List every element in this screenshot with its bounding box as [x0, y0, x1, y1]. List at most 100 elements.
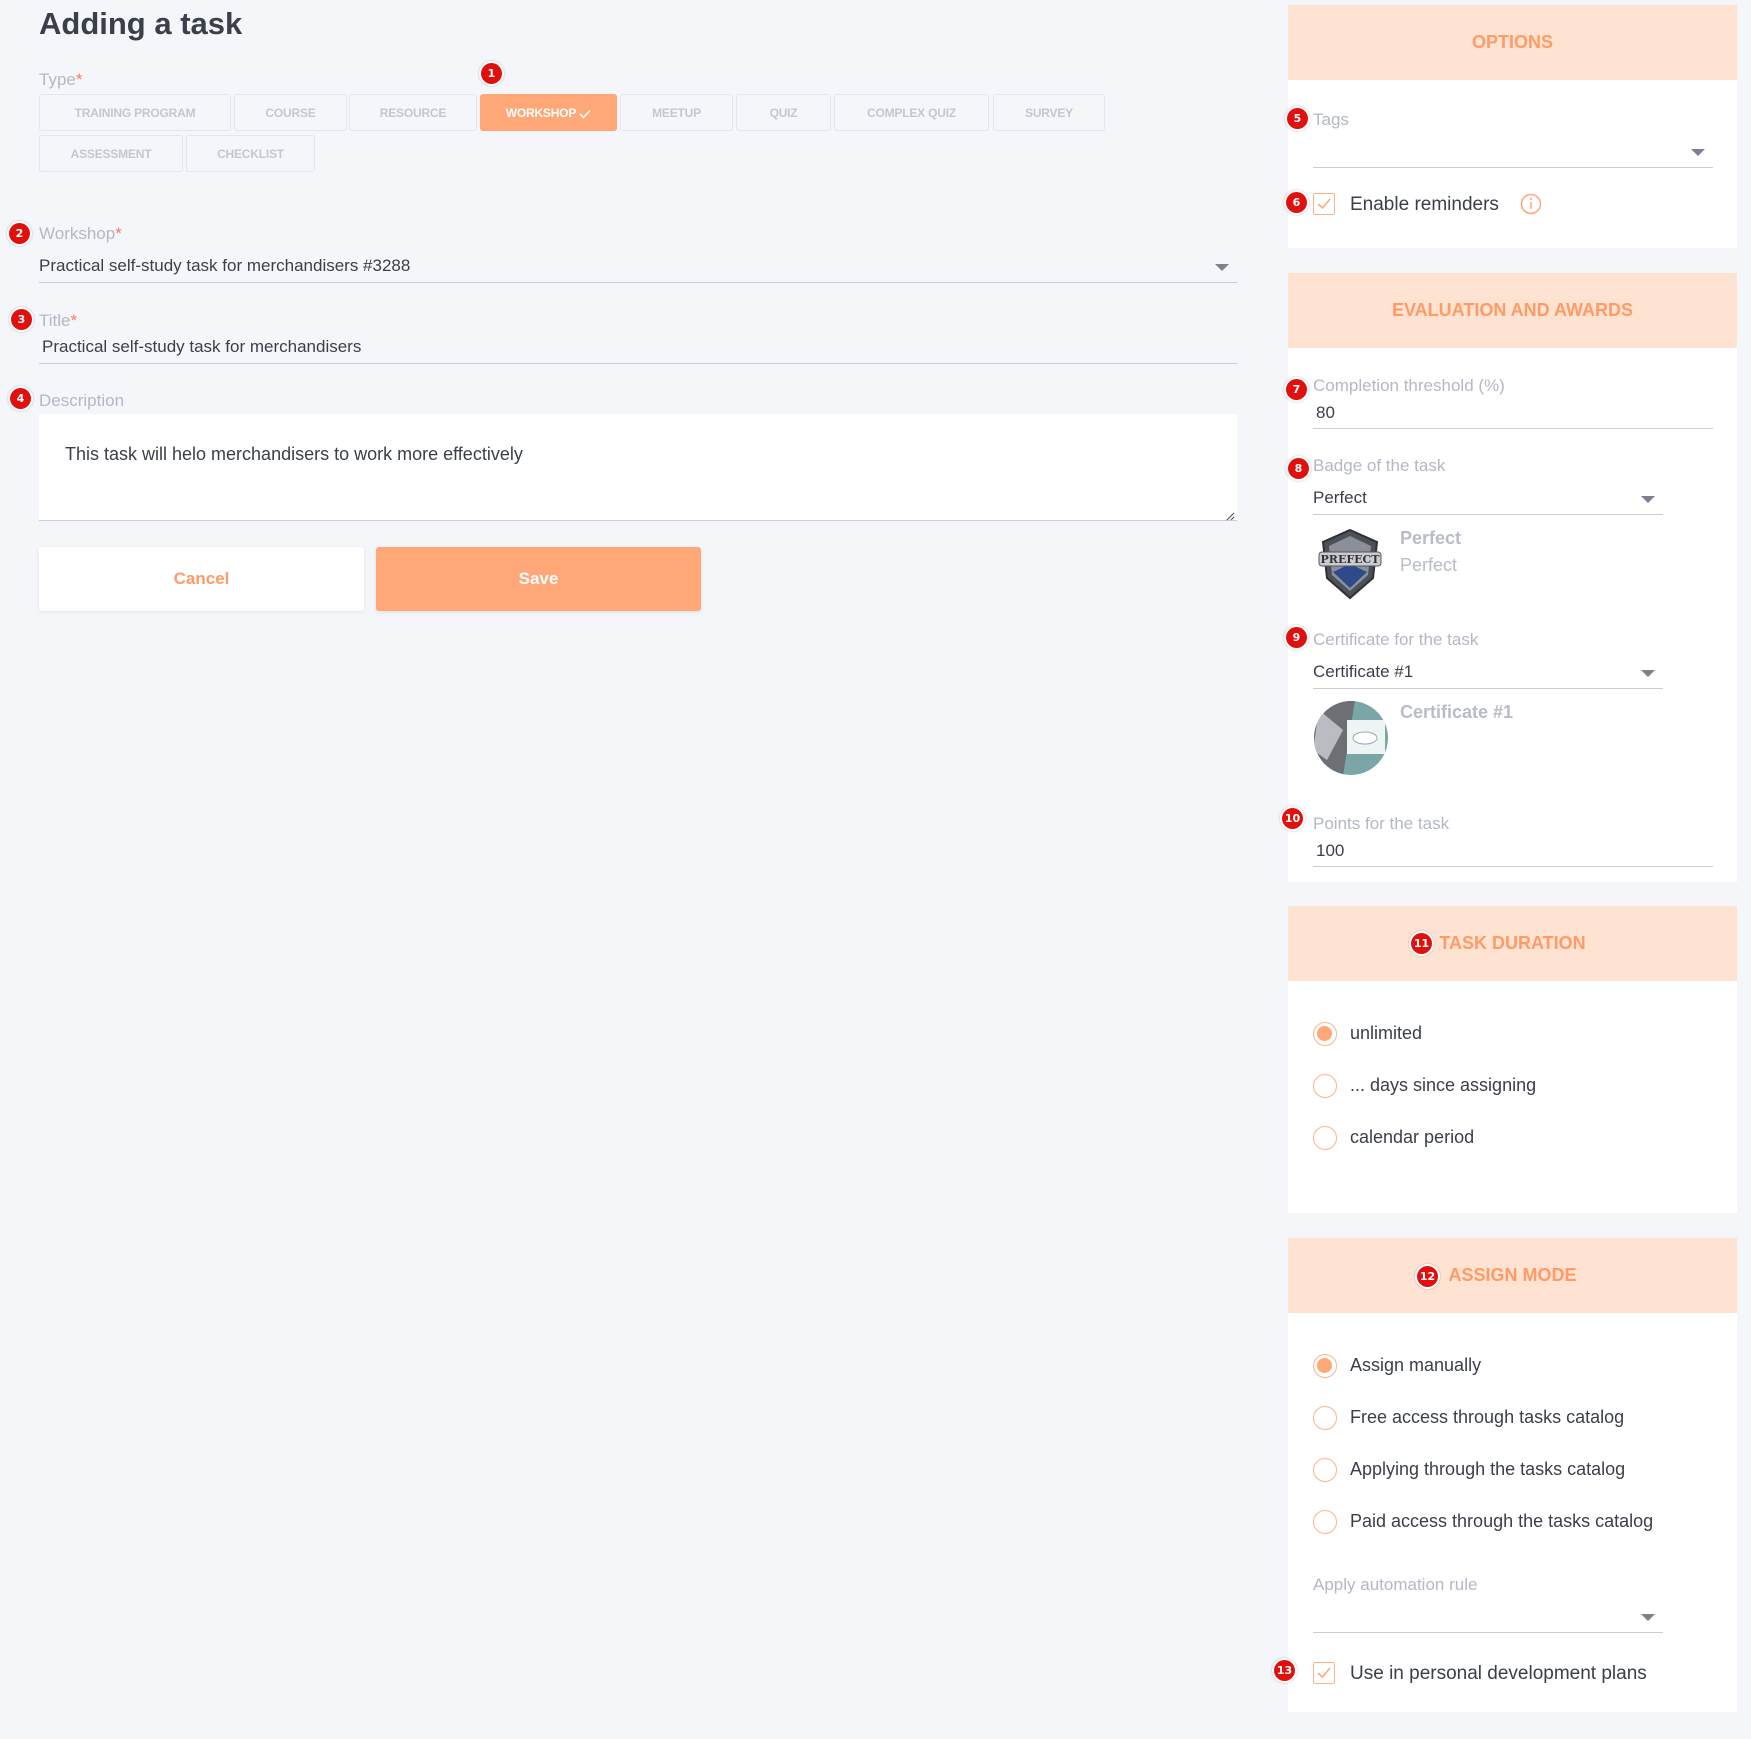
- completion-threshold-value: 80: [1316, 403, 1335, 422]
- type-option-course[interactable]: COURSE: [234, 94, 347, 131]
- type-option-label: MEETUP: [652, 105, 701, 120]
- chevron-down-icon: [1691, 149, 1705, 156]
- chevron-down-icon: [1641, 1614, 1655, 1621]
- certificate-preview-title: Certificate #1: [1400, 702, 1514, 722]
- duration-option-label: unlimited: [1350, 1023, 1423, 1043]
- points-input[interactable]: 100: [1313, 837, 1713, 867]
- type-option-quiz[interactable]: QUIZ: [736, 94, 831, 131]
- type-option-checklist[interactable]: CHECKLIST: [186, 135, 315, 172]
- assign-option-label: Applying through the tasks catalog: [1350, 1459, 1626, 1479]
- annotation-marker: 1: [481, 63, 502, 84]
- options-panel-heading: OPTIONS: [1288, 5, 1737, 80]
- automation-rule-select[interactable]: [1313, 1602, 1663, 1633]
- duration-option-label: ... days since assigning: [1350, 1075, 1537, 1095]
- title-label: Title*: [39, 311, 77, 331]
- info-icon[interactable]: [1520, 193, 1542, 215]
- task-duration-panel: TASK DURATION unlimited ... days since a…: [1288, 906, 1737, 1213]
- check-icon: [1317, 198, 1331, 210]
- duration-radio-unlimited[interactable]: [1313, 1022, 1337, 1046]
- type-option-training-program[interactable]: TRAINING PROGRAM: [39, 94, 231, 131]
- assign-radio-paid-access[interactable]: [1313, 1510, 1337, 1534]
- assign-mode-heading-text: ASSIGN MODE: [1448, 1265, 1577, 1285]
- annotation-marker: 8: [1288, 458, 1309, 479]
- tags-label: Tags: [1313, 110, 1349, 129]
- type-option-complex-quiz[interactable]: COMPLEX QUIZ: [834, 94, 989, 131]
- assign-option-label: Free access through tasks catalog: [1350, 1407, 1625, 1427]
- resize-handle-icon[interactable]: [1225, 508, 1235, 521]
- annotation-marker: 3: [11, 309, 32, 330]
- annotation-marker: 9: [1286, 627, 1307, 648]
- type-option-assessment[interactable]: ASSESSMENT: [39, 135, 183, 172]
- annotation-marker: 12: [1417, 1266, 1438, 1287]
- annotation-marker: 5: [1287, 108, 1308, 129]
- certificate-select-value: Certificate #1: [1313, 662, 1414, 681]
- points-label: Points for the task: [1313, 814, 1450, 833]
- certificate-select[interactable]: Certificate #1: [1313, 658, 1663, 689]
- type-option-label: COURSE: [265, 105, 316, 120]
- check-icon: [579, 108, 591, 119]
- duration-radio-days[interactable]: [1313, 1074, 1337, 1098]
- chevron-down-icon: [1641, 670, 1655, 677]
- personal-plans-label: Use in personal development plans: [1350, 1663, 1647, 1684]
- save-button[interactable]: Save: [376, 547, 701, 611]
- options-panel: OPTIONS Tags Enable reminders: [1288, 5, 1737, 248]
- type-option-workshop[interactable]: WORKSHOP: [480, 94, 617, 131]
- type-option-label: RESOURCE: [379, 105, 447, 120]
- title-input-value: Practical self-study task for merchandis…: [42, 337, 362, 356]
- type-label-text: Type: [39, 70, 76, 89]
- workshop-select[interactable]: Practical self-study task for merchandis…: [39, 252, 1237, 283]
- workshop-select-value: Practical self-study task for merchandis…: [39, 256, 411, 275]
- workshop-label-text: Workshop: [39, 224, 116, 243]
- type-label: Type*: [39, 70, 82, 90]
- check-icon: [1317, 1667, 1331, 1679]
- type-option-label: WORKSHOP: [505, 105, 577, 120]
- certificate-label: Certificate for the task: [1313, 630, 1479, 649]
- assign-radio-applying[interactable]: [1313, 1458, 1337, 1482]
- badge-preview-title: Perfect: [1400, 528, 1462, 548]
- cancel-button[interactable]: Cancel: [39, 547, 364, 611]
- duration-radio-calendar[interactable]: [1313, 1126, 1337, 1150]
- type-option-label: QUIZ: [769, 105, 798, 120]
- task-duration-panel-heading: TASK DURATION: [1288, 906, 1737, 981]
- annotation-marker: 6: [1286, 192, 1307, 213]
- description-textarea[interactable]: This task will helo merchandisers to wor…: [39, 414, 1237, 521]
- automation-rule-label: Apply automation rule: [1313, 1575, 1478, 1594]
- assign-mode-panel-heading: ASSIGN MODE: [1288, 1238, 1737, 1313]
- evaluation-panel-heading: EVALUATION AND AWARDS: [1288, 273, 1737, 348]
- assign-mode-panel: ASSIGN MODE Assign manually Free access …: [1288, 1238, 1737, 1712]
- assign-radio-manual[interactable]: [1313, 1354, 1337, 1378]
- type-option-survey[interactable]: SURVEY: [993, 94, 1105, 131]
- type-option-label: COMPLEX QUIZ: [867, 105, 956, 120]
- evaluation-panel: EVALUATION AND AWARDS Completion thresho…: [1288, 273, 1737, 882]
- type-option-resource[interactable]: RESOURCE: [349, 94, 477, 131]
- annotation-marker: 7: [1286, 379, 1307, 400]
- duration-option-label: calendar period: [1350, 1127, 1475, 1147]
- assign-option-label: Assign manually: [1350, 1355, 1482, 1375]
- badge-preview-subtitle: Perfect: [1400, 555, 1458, 575]
- annotation-marker: 4: [10, 388, 31, 409]
- enable-reminders-checkbox[interactable]: [1313, 193, 1335, 215]
- title-input[interactable]: Practical self-study task for merchandis…: [39, 333, 1237, 364]
- required-mark: *: [75, 70, 83, 89]
- annotation-marker: 10: [1282, 808, 1303, 829]
- badge-select[interactable]: Perfect: [1313, 484, 1663, 515]
- required-mark: *: [70, 311, 78, 330]
- chevron-down-icon: [1641, 496, 1655, 503]
- task-duration-heading-text: TASK DURATION: [1439, 933, 1586, 953]
- evaluation-heading-text: EVALUATION AND AWARDS: [1392, 300, 1633, 320]
- assign-radio-free-access[interactable]: [1313, 1406, 1337, 1430]
- assign-option-label: Paid access through the tasks catalog: [1350, 1511, 1654, 1531]
- tags-select[interactable]: [1313, 137, 1713, 168]
- title-label-text: Title: [39, 311, 71, 330]
- workshop-label: Workshop*: [39, 224, 122, 244]
- type-option-label: ASSESSMENT: [70, 146, 152, 161]
- completion-threshold-input[interactable]: 80: [1313, 399, 1713, 429]
- annotation-marker: 11: [1411, 933, 1432, 954]
- badge-select-value: Perfect: [1313, 488, 1367, 507]
- chevron-down-icon: [1215, 264, 1229, 271]
- badge-label: Badge of the task: [1313, 456, 1446, 475]
- badge-image-text: PREFECT: [1321, 553, 1381, 566]
- personal-plans-checkbox[interactable]: [1313, 1662, 1335, 1684]
- enable-reminders-label: Enable reminders: [1350, 194, 1499, 215]
- type-option-meetup[interactable]: MEETUP: [620, 94, 733, 131]
